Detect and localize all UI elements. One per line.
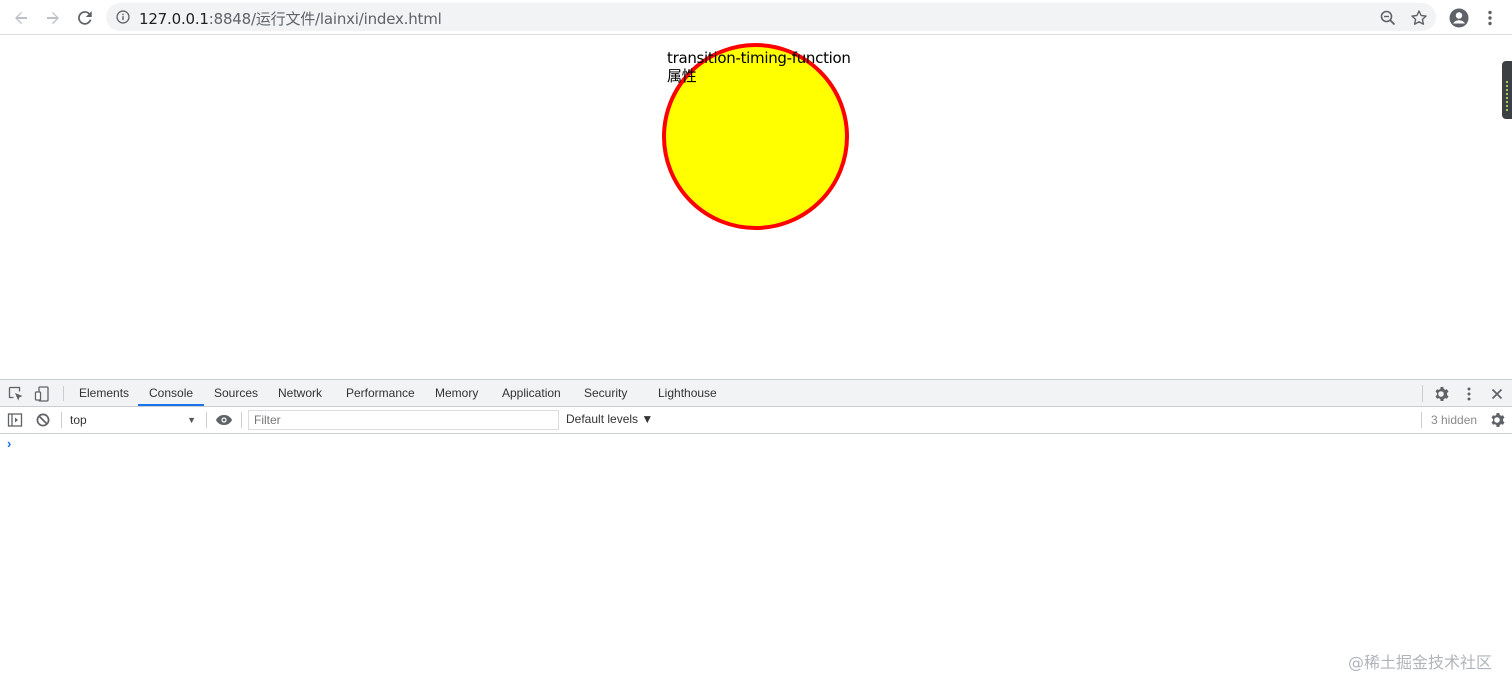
live-expression-button[interactable] xyxy=(215,411,233,429)
menu-kebab-icon xyxy=(1487,10,1493,26)
ball-label-line2: 属性 xyxy=(667,67,867,85)
console-settings-button[interactable] xyxy=(1488,411,1506,429)
reload-icon xyxy=(77,10,93,26)
inspect-element-button[interactable] xyxy=(7,385,25,403)
info-icon[interactable] xyxy=(116,10,130,24)
devtools-settings-button[interactable] xyxy=(1432,385,1450,403)
sidebar-toggle-icon xyxy=(7,412,23,428)
tab-lighthouse[interactable]: Lighthouse xyxy=(658,380,717,406)
context-value: top xyxy=(70,413,87,427)
show-sidebar-button[interactable] xyxy=(6,411,24,429)
star-icon[interactable] xyxy=(1410,9,1428,27)
ball-label-line1: transition-timing-function xyxy=(667,49,867,67)
account-icon xyxy=(1449,8,1469,28)
console-filter-input[interactable] xyxy=(248,410,559,430)
eye-icon xyxy=(215,414,233,426)
forward-button[interactable] xyxy=(41,6,65,30)
menu-kebab-icon xyxy=(1467,387,1471,401)
chrome-menu-button[interactable] xyxy=(1478,6,1502,30)
forward-arrow-icon xyxy=(45,10,61,26)
toolbar-separator xyxy=(206,412,207,428)
device-mobile-icon xyxy=(34,386,50,402)
url-host: 127.0.0.1 xyxy=(139,10,209,28)
side-panel-handle[interactable] xyxy=(1502,61,1512,119)
tab-sources[interactable]: Sources xyxy=(214,380,258,406)
gear-icon xyxy=(1489,412,1505,428)
tab-separator xyxy=(1422,385,1423,402)
devtools-menu-button[interactable] xyxy=(1460,385,1478,403)
back-button[interactable] xyxy=(9,6,33,30)
tab-performance[interactable]: Performance xyxy=(346,380,415,406)
url-text: 127.0.0.1:8848/运行文件/lainxi/index.html xyxy=(139,8,442,29)
ball-label: transition-timing-function 属性 xyxy=(667,49,867,85)
tab-network[interactable]: Network xyxy=(278,380,322,406)
tab-separator xyxy=(63,386,64,401)
toolbar-separator xyxy=(1421,412,1422,428)
url-path: :8848/运行文件/lainxi/index.html xyxy=(209,10,442,28)
address-bar[interactable]: 127.0.0.1:8848/运行文件/lainxi/index.html xyxy=(106,3,1436,31)
tab-application[interactable]: Application xyxy=(502,380,561,406)
browser-toolbar: 127.0.0.1:8848/运行文件/lainxi/index.html xyxy=(0,0,1512,35)
tab-security[interactable]: Security xyxy=(584,380,627,406)
tab-memory[interactable]: Memory xyxy=(435,380,478,406)
context-selector[interactable]: top ▼ xyxy=(66,411,202,429)
close-icon xyxy=(1491,388,1503,400)
log-levels-dropdown[interactable]: Default levels ▼ xyxy=(566,412,653,426)
devtools-close-button[interactable] xyxy=(1488,385,1506,403)
tab-console[interactable]: Console xyxy=(138,380,204,406)
gear-icon xyxy=(1433,386,1449,402)
page-viewport: transition-timing-function 属性 xyxy=(0,36,1512,379)
devtools-tab-bar: Elements Console Sources Network Perform… xyxy=(0,380,1512,407)
zoom-icon[interactable] xyxy=(1379,9,1397,27)
console-prompt-icon[interactable]: › xyxy=(7,436,11,451)
toolbar-separator xyxy=(241,412,242,428)
clear-console-button[interactable] xyxy=(34,411,52,429)
tab-elements[interactable]: Elements xyxy=(79,380,129,406)
dropdown-triangle-icon: ▼ xyxy=(187,411,196,429)
watermark: @稀土掘金技术社区 xyxy=(1348,649,1492,673)
devtools-panel: Elements Console Sources Network Perform… xyxy=(0,379,1512,691)
block-icon xyxy=(36,413,50,427)
back-arrow-icon xyxy=(13,10,29,26)
inspect-cursor-icon xyxy=(8,386,24,402)
console-output[interactable]: › xyxy=(0,434,1512,692)
console-toolbar: top ▼ Default levels ▼ 3 hidden xyxy=(0,407,1512,434)
account-button[interactable] xyxy=(1447,6,1471,30)
toolbar-separator xyxy=(61,412,62,428)
hidden-messages-count: 3 hidden xyxy=(1431,413,1477,427)
reload-button[interactable] xyxy=(73,6,97,30)
device-toolbar-button[interactable] xyxy=(33,385,51,403)
handle-grip-icon xyxy=(1506,81,1508,113)
